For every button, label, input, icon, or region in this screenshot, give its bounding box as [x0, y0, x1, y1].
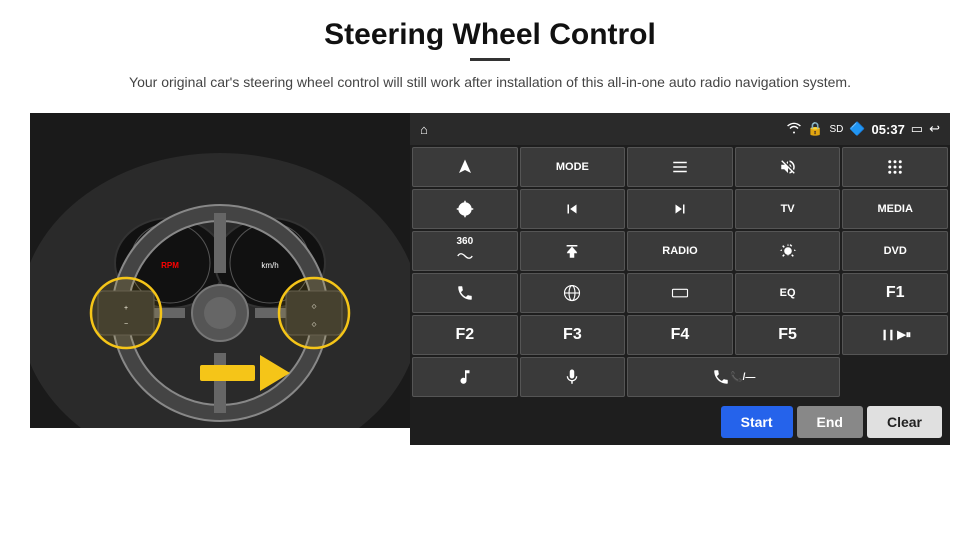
subtitle: Your original car's steering wheel contr… [30, 71, 950, 93]
brightness-button[interactable] [735, 231, 841, 271]
content-area: RPM km/h + − ◇ [30, 113, 950, 445]
f4-button[interactable]: F4 [627, 315, 733, 355]
cam360-button[interactable]: 360 [412, 231, 518, 271]
list-button[interactable] [627, 147, 733, 187]
title-divider [470, 58, 510, 61]
tv-button[interactable]: TV [735, 189, 841, 229]
button-grid: MODE TV [410, 145, 950, 399]
browser-button[interactable] [520, 273, 626, 313]
music-button[interactable] [412, 357, 518, 397]
f5-button[interactable]: F5 [735, 315, 841, 355]
clear-button[interactable]: Clear [867, 406, 942, 438]
mic-button[interactable] [520, 357, 626, 397]
status-time: 05:37 [872, 122, 905, 137]
radio-button[interactable]: RADIO [627, 231, 733, 271]
sd-icon: SD [829, 124, 843, 135]
svg-text:km/h: km/h [261, 261, 278, 270]
f3-button[interactable]: F3 [520, 315, 626, 355]
phone-button[interactable] [412, 273, 518, 313]
media-button[interactable]: MEDIA [842, 189, 948, 229]
home-icon: ⌂ [420, 122, 428, 137]
status-bar: ⌂ 🔒 SD 🔷 05:37 ▭ [410, 113, 950, 145]
svg-text:RPM: RPM [161, 261, 179, 270]
hangup-button[interactable]: 📞/— [627, 357, 840, 397]
eq-button[interactable]: EQ [735, 273, 841, 313]
mode-button[interactable]: MODE [520, 147, 626, 187]
bottom-action-bar: Start End Clear [410, 399, 950, 445]
dvd-button[interactable]: DVD [842, 231, 948, 271]
bluetooth-icon: 🔷 [849, 121, 865, 137]
title-section: Steering Wheel Control Your original car… [30, 18, 950, 107]
steering-wheel-image: RPM km/h + − ◇ [30, 113, 410, 428]
eject-button[interactable] [520, 231, 626, 271]
playpause-button[interactable]: ▶⏸ [842, 315, 948, 355]
start-button[interactable]: Start [721, 406, 793, 438]
next-button[interactable] [627, 189, 733, 229]
control-panel: ⌂ 🔒 SD 🔷 05:37 ▭ [410, 113, 950, 445]
f2-button[interactable]: F2 [412, 315, 518, 355]
mute-button[interactable] [735, 147, 841, 187]
wifi-icon [787, 122, 801, 137]
status-right: 🔒 SD 🔷 05:37 ▭ ↩ [787, 121, 940, 137]
status-left: ⌂ [420, 122, 428, 137]
screen-icon: ▭ [911, 121, 923, 137]
apps-button[interactable] [842, 147, 948, 187]
f1-button[interactable]: F1 [842, 273, 948, 313]
lock-icon: 🔒 [807, 121, 823, 137]
page-wrapper: Steering Wheel Control Your original car… [0, 0, 980, 544]
widescreen-button[interactable] [627, 273, 733, 313]
prev-button[interactable] [520, 189, 626, 229]
page-title: Steering Wheel Control [30, 18, 950, 52]
end-button[interactable]: End [797, 406, 863, 438]
settings-button[interactable] [412, 189, 518, 229]
back-icon: ↩ [929, 121, 940, 137]
navigate-button[interactable] [412, 147, 518, 187]
